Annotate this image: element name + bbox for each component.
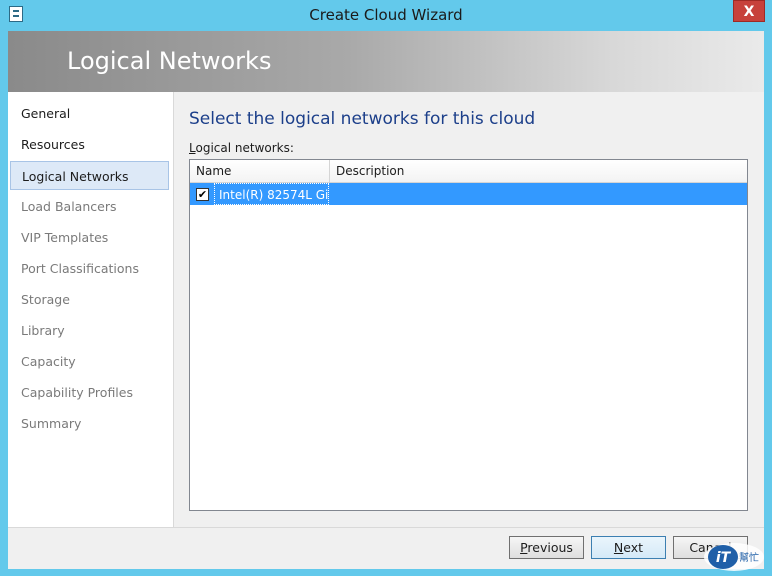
next-accel: N [613,540,624,555]
page-header: Logical Networks [8,31,764,92]
column-header-description[interactable]: Description [330,160,747,182]
next-rest: ext [623,540,644,555]
previous-button[interactable]: Previous [509,536,584,559]
label-text: ogical networks: [195,141,294,155]
wizard-footer: Previous Next Cancel [8,527,764,569]
sidebar-item-port-classifications[interactable]: Port Classifications [10,254,169,283]
close-button[interactable]: X [733,0,765,22]
sidebar-item-general[interactable]: General [10,99,169,128]
sidebar-item-capability-profiles[interactable]: Capability Profiles [10,378,169,407]
wizard-window: Create Cloud Wizard X Logical Networks G… [0,0,772,576]
sidebar-item-storage[interactable]: Storage [10,285,169,314]
sidebar-item-capacity[interactable]: Capacity [10,347,169,376]
title-bar: Create Cloud Wizard X [0,0,772,30]
watermark-text-main: iT [716,550,732,566]
sidebar-item-resources[interactable]: Resources [10,130,169,159]
wizard-steps-sidebar: General Resources Logical Networks Load … [8,92,174,527]
row-checkbox[interactable]: ✔ [196,188,209,201]
row-name-cell: Intel(R) 82574L Giga [214,183,329,205]
previous-rest: revious [527,540,573,555]
main-panel: Select the logical networks for this clo… [174,92,764,527]
watermark-logo: iT 幫忙 [704,543,764,571]
sidebar-item-logical-networks[interactable]: Logical Networks [10,161,169,190]
next-button[interactable]: Next [591,536,666,559]
sidebar-item-summary[interactable]: Summary [10,409,169,438]
section-heading: Select the logical networks for this clo… [189,109,536,129]
sidebar-item-library[interactable]: Library [10,316,169,345]
watermark-text-sub: 幫忙 [739,551,759,564]
logical-networks-grid[interactable]: Name Description ✔ Intel(R) 82574L Giga [189,159,748,511]
table-row[interactable]: ✔ Intel(R) 82574L Giga [190,183,747,205]
logical-networks-label: Logical networks: [189,141,294,155]
page-title: Logical Networks [67,47,272,75]
sidebar-item-load-balancers[interactable]: Load Balancers [10,192,169,221]
grid-header: Name Description [190,160,747,183]
window-title: Create Cloud Wizard [309,6,463,24]
wizard-client: Logical Networks General Resources Logic… [8,31,764,569]
column-header-name[interactable]: Name [190,160,330,182]
sidebar-item-vip-templates[interactable]: VIP Templates [10,223,169,252]
